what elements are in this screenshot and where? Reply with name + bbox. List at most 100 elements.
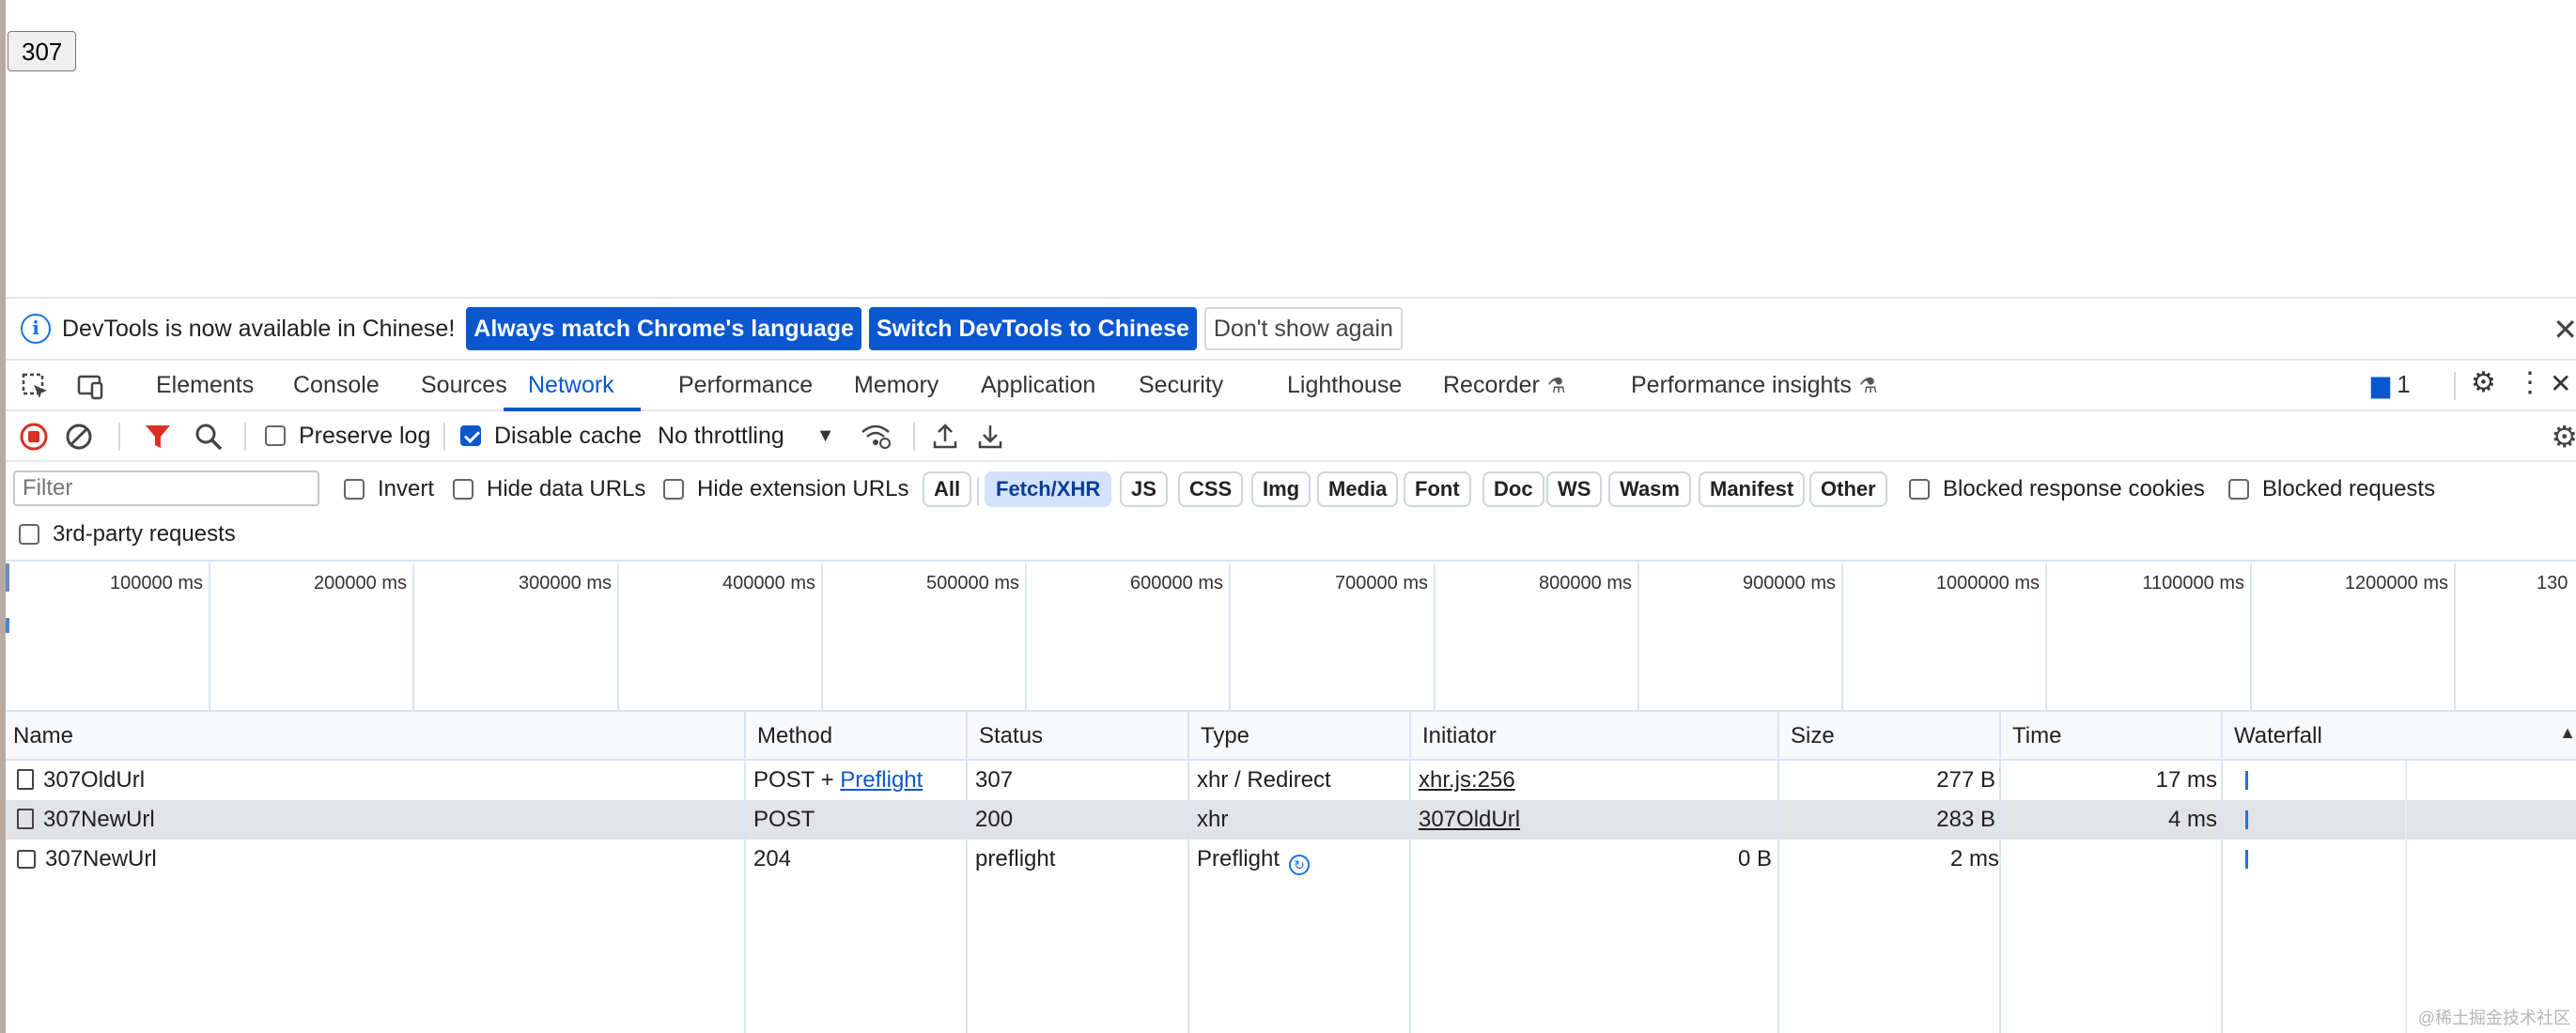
experiment-flask-icon: ⚗	[1546, 374, 1566, 397]
waterfall-bar	[2245, 810, 2248, 829]
checkbox-checked[interactable]	[460, 425, 481, 446]
settings-gear-icon[interactable]: ⚙	[2471, 366, 2496, 399]
checkbox[interactable]	[663, 479, 684, 500]
chevron-down-icon: ▼	[815, 424, 835, 446]
hide-extension-urls-checkbox[interactable]: Hide extension URLs	[663, 475, 908, 503]
tab-elements[interactable]: Elements	[156, 361, 254, 411]
chip-js[interactable]: JS	[1120, 471, 1168, 507]
throttling-select[interactable]: No throttling ▼	[658, 411, 835, 460]
initiator-link[interactable]: 307OldUrl	[1419, 800, 1520, 840]
column-divider[interactable]	[744, 712, 746, 1033]
network-conditions-icon[interactable]	[859, 421, 892, 451]
search-icon[interactable]	[194, 422, 224, 452]
tab-performance-insights[interactable]: Performance insights ⚗	[1631, 361, 1878, 411]
checkbox[interactable]	[344, 479, 365, 500]
checkbox[interactable]	[453, 479, 473, 500]
overview-window-handle[interactable]	[6, 563, 9, 592]
more-options-icon[interactable]: ⋮	[2516, 366, 2544, 399]
filter-icon[interactable]	[143, 422, 173, 452]
dont-show-again-button[interactable]: Don't show again	[1203, 307, 1403, 350]
request-name-cell[interactable]: 307NewUrl	[17, 840, 157, 879]
chip-all[interactable]: All	[923, 471, 972, 507]
clear-icon[interactable]	[64, 422, 94, 452]
column-divider[interactable]	[1999, 712, 2001, 1033]
table-row[interactable]: 307NewUrl 204 preflight Preflight ↻ 0 B 2…	[6, 840, 2576, 879]
preflight-link[interactable]: Preflight	[840, 767, 923, 793]
invert-checkbox[interactable]: Invert	[344, 475, 434, 503]
tab-security[interactable]: Security	[1139, 361, 1223, 411]
always-match-language-button[interactable]: Always match Chrome's language	[466, 307, 861, 350]
tick-label: 400000 ms	[722, 573, 815, 594]
record-stop-icon[interactable]	[19, 422, 49, 452]
column-header-size[interactable]: Size	[1785, 712, 1835, 761]
hide-data-urls-checkbox[interactable]: Hide data URLs	[453, 475, 645, 503]
column-header-type[interactable]: Type	[1195, 712, 1249, 761]
checkbox[interactable]	[19, 524, 39, 545]
tab-network[interactable]: Network	[504, 361, 641, 411]
column-header-time[interactable]: Time	[2007, 712, 2061, 761]
tab-console[interactable]: Console	[293, 361, 380, 411]
column-divider[interactable]	[2221, 712, 2223, 1033]
inspect-element-icon[interactable]	[21, 372, 51, 402]
table-row[interactable]: 307OldUrl POST + Preflight 307 xhr / Red…	[6, 761, 2576, 800]
table-row[interactable]: 307NewUrl POST 200 xhr 307OldUrl 283 B 4…	[6, 800, 2576, 840]
column-header-initiator[interactable]: Initiator	[1417, 712, 1497, 761]
overview-request-mark	[6, 618, 9, 633]
chip-wasm[interactable]: Wasm	[1608, 471, 1691, 507]
disable-cache-checkbox[interactable]: Disable cache	[460, 411, 642, 460]
tab-lighthouse[interactable]: Lighthouse	[1287, 361, 1402, 411]
network-overview-timeline[interactable]: 100000 ms 200000 ms 300000 ms 400000 ms …	[6, 563, 2576, 712]
chip-font[interactable]: Font	[1404, 471, 1471, 507]
method-cell: 204	[753, 846, 792, 871]
column-divider[interactable]	[1777, 712, 1779, 1033]
page-307-button[interactable]: 307	[8, 31, 77, 71]
third-party-requests-checkbox[interactable]: 3rd-party requests	[19, 520, 236, 548]
chip-media[interactable]: Media	[1317, 471, 1399, 507]
tab-performance[interactable]: Performance	[678, 361, 813, 411]
chip-other[interactable]: Other	[1809, 471, 1887, 507]
tick-label: 900000 ms	[1743, 573, 1836, 594]
preflight-link-icon[interactable]: ↻	[1289, 855, 1311, 875]
export-har-icon[interactable]	[975, 421, 1005, 451]
column-divider[interactable]	[966, 712, 968, 1033]
type-cell: Preflight ↻	[1197, 840, 1311, 879]
chip-css[interactable]: CSS	[1178, 471, 1244, 507]
checkbox[interactable]	[2228, 479, 2249, 500]
device-toolbar-icon[interactable]	[75, 372, 105, 402]
chip-fetch-xhr[interactable]: Fetch/XHR	[985, 471, 1112, 507]
switch-to-chinese-button[interactable]: Switch DevTools to Chinese	[868, 307, 1197, 350]
filter-input[interactable]	[13, 470, 319, 506]
checkbox[interactable]	[265, 425, 286, 446]
column-divider[interactable]	[1187, 712, 1189, 1033]
import-har-icon[interactable]	[930, 421, 960, 451]
type-cell: xhr	[1197, 807, 1229, 832]
column-header-method[interactable]: Method	[752, 712, 832, 761]
tab-recorder[interactable]: Recorder ⚗	[1443, 361, 1566, 411]
chip-doc[interactable]: Doc	[1482, 471, 1544, 507]
tick-label: 700000 ms	[1335, 573, 1428, 594]
column-header-waterfall[interactable]: Waterfall	[2228, 712, 2322, 761]
waterfall-bar	[2245, 850, 2248, 869]
tab-application[interactable]: Application	[981, 361, 1095, 411]
column-header-status[interactable]: Status	[973, 712, 1043, 761]
request-name-cell[interactable]: 307NewUrl	[17, 800, 155, 840]
chip-img[interactable]: Img	[1251, 471, 1311, 507]
column-header-name[interactable]: Name	[8, 712, 73, 761]
status-cell: 200	[975, 807, 1014, 832]
request-name-cell[interactable]: 307OldUrl	[17, 761, 145, 800]
chip-manifest[interactable]: Manifest	[1699, 471, 1806, 507]
tab-sources[interactable]: Sources	[421, 361, 507, 411]
preserve-log-checkbox[interactable]: Preserve log	[265, 411, 430, 460]
close-devtools-icon[interactable]: ✕	[2550, 368, 2571, 399]
blocked-response-cookies-checkbox[interactable]: Blocked response cookies	[1909, 475, 2205, 503]
tab-memory[interactable]: Memory	[854, 361, 939, 411]
chip-ws[interactable]: WS	[1546, 471, 1603, 507]
issues-counter[interactable]: ▆ 1	[2371, 370, 2411, 399]
checkbox[interactable]	[1909, 479, 1930, 500]
network-settings-icon[interactable]: ⚙	[2551, 419, 2576, 455]
column-divider[interactable]	[1409, 712, 1411, 1033]
time-cell: 17 ms	[2155, 767, 2217, 793]
blocked-requests-checkbox[interactable]: Blocked requests	[2228, 475, 2435, 503]
initiator-link[interactable]: xhr.js:256	[1419, 761, 1515, 800]
close-icon[interactable]: ✕	[2553, 312, 2576, 347]
